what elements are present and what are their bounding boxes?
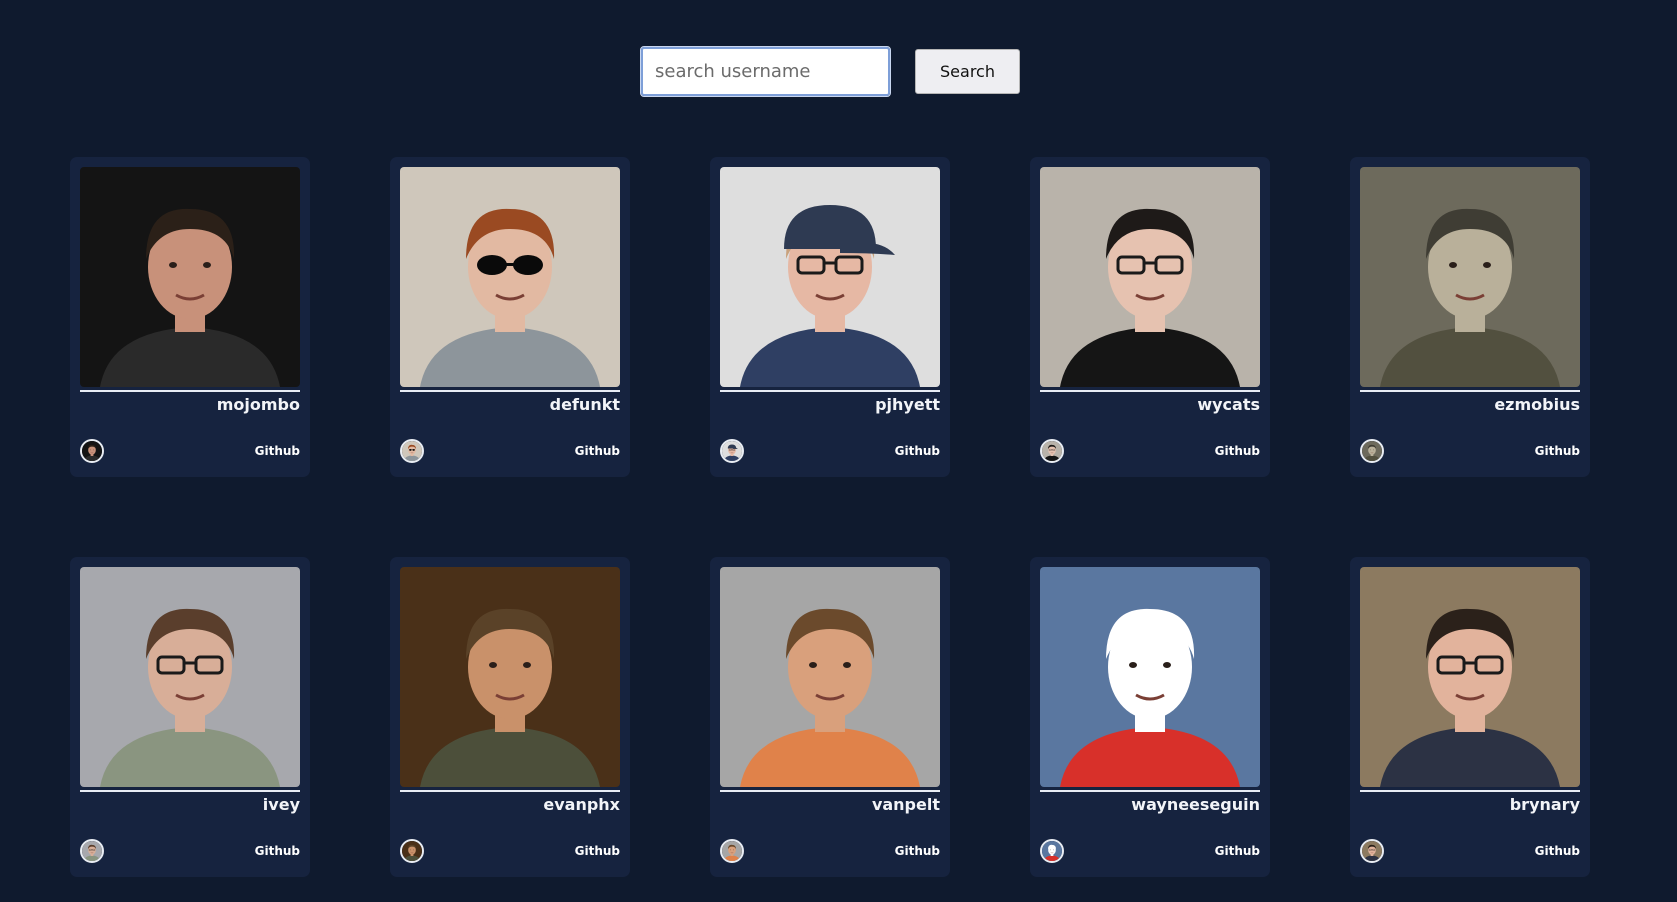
user-photo	[1040, 167, 1260, 387]
portrait-illustration	[1360, 567, 1580, 787]
github-link[interactable]: Github	[575, 444, 620, 458]
card-divider	[80, 390, 300, 392]
portrait-illustration	[1362, 441, 1382, 461]
user-photo	[1040, 567, 1260, 787]
portrait-illustration	[722, 441, 742, 461]
portrait-illustration	[722, 841, 742, 861]
user-card-vanpelt: vanpelt Github	[710, 557, 950, 877]
user-photo	[80, 567, 300, 787]
portrait-illustration	[1042, 841, 1062, 861]
portrait-illustration	[1042, 441, 1062, 461]
card-footer: Github	[720, 839, 940, 863]
username-label: ezmobius	[1494, 395, 1580, 414]
card-divider	[1040, 790, 1260, 792]
username-label: defunkt	[549, 395, 620, 414]
portrait-illustration	[82, 441, 102, 461]
username-label: wycats	[1197, 395, 1260, 414]
card-divider	[1360, 790, 1580, 792]
username-label: ivey	[262, 795, 300, 814]
portrait-illustration	[720, 567, 940, 787]
user-card-grid: mojombo Github defunkt Github pjhyett Gi…	[70, 157, 1590, 877]
user-card-ezmobius: ezmobius Github	[1350, 157, 1590, 477]
user-photo	[400, 167, 620, 387]
card-divider	[400, 390, 620, 392]
portrait-illustration	[720, 167, 940, 387]
card-footer: Github	[1360, 839, 1580, 863]
card-divider	[720, 390, 940, 392]
user-avatar	[1360, 439, 1384, 463]
search-bar: Search	[640, 46, 1020, 97]
user-photo	[400, 567, 620, 787]
user-avatar	[80, 839, 104, 863]
portrait-illustration	[1040, 167, 1260, 387]
username-label: mojombo	[216, 395, 300, 414]
user-card-ivey: ivey Github	[70, 557, 310, 877]
github-link[interactable]: Github	[1215, 444, 1260, 458]
user-avatar	[400, 839, 424, 863]
user-card-wayneeseguin: wayneeseguin Github	[1030, 557, 1270, 877]
user-card-defunkt: defunkt Github	[390, 157, 630, 477]
card-footer: Github	[720, 439, 940, 463]
github-link[interactable]: Github	[255, 844, 300, 858]
portrait-illustration	[1362, 841, 1382, 861]
user-avatar	[1360, 839, 1384, 863]
portrait-illustration	[1360, 167, 1580, 387]
search-button[interactable]: Search	[915, 49, 1020, 94]
github-link[interactable]: Github	[895, 844, 940, 858]
username-label: evanphx	[543, 795, 620, 814]
user-avatar	[1040, 839, 1064, 863]
username-label: vanpelt	[871, 795, 940, 814]
portrait-illustration	[402, 841, 422, 861]
portrait-illustration	[400, 167, 620, 387]
card-footer: Github	[80, 439, 300, 463]
user-photo	[720, 567, 940, 787]
user-card-mojombo: mojombo Github	[70, 157, 310, 477]
user-avatar	[80, 439, 104, 463]
card-footer: Github	[1040, 839, 1260, 863]
user-avatar	[720, 439, 744, 463]
github-link[interactable]: Github	[255, 444, 300, 458]
user-photo	[80, 167, 300, 387]
card-divider	[80, 790, 300, 792]
username-label: pjhyett	[875, 395, 940, 414]
user-card-brynary: brynary Github	[1350, 557, 1590, 877]
card-footer: Github	[1040, 439, 1260, 463]
user-card-wycats: wycats Github	[1030, 157, 1270, 477]
card-divider	[720, 790, 940, 792]
user-avatar	[400, 439, 424, 463]
search-username-input[interactable]	[640, 46, 891, 97]
portrait-illustration	[400, 567, 620, 787]
card-divider	[1360, 390, 1580, 392]
github-link[interactable]: Github	[1215, 844, 1260, 858]
user-avatar	[1040, 439, 1064, 463]
user-photo	[1360, 167, 1580, 387]
portrait-illustration	[82, 841, 102, 861]
github-link[interactable]: Github	[575, 844, 620, 858]
user-photo	[720, 167, 940, 387]
github-link[interactable]: Github	[1535, 844, 1580, 858]
card-divider	[1040, 390, 1260, 392]
portrait-illustration	[80, 567, 300, 787]
github-link[interactable]: Github	[895, 444, 940, 458]
user-card-evanphx: evanphx Github	[390, 557, 630, 877]
user-avatar	[720, 839, 744, 863]
card-footer: Github	[400, 439, 620, 463]
user-card-pjhyett: pjhyett Github	[710, 157, 950, 477]
portrait-illustration	[1040, 567, 1260, 787]
card-footer: Github	[1360, 439, 1580, 463]
card-footer: Github	[400, 839, 620, 863]
username-label: wayneeseguin	[1131, 795, 1260, 814]
portrait-illustration	[80, 167, 300, 387]
card-divider	[400, 790, 620, 792]
card-footer: Github	[80, 839, 300, 863]
github-link[interactable]: Github	[1535, 444, 1580, 458]
username-label: brynary	[1509, 795, 1580, 814]
user-photo	[1360, 567, 1580, 787]
portrait-illustration	[402, 441, 422, 461]
